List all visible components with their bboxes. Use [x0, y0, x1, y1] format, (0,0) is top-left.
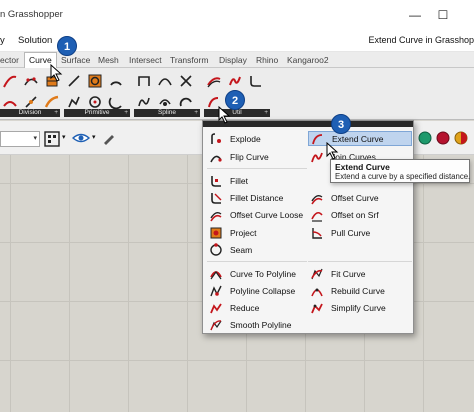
- tab-display[interactable]: Display: [219, 55, 247, 65]
- chevron-down-icon[interactable]: ▾: [92, 133, 96, 141]
- project-icon: [207, 225, 224, 240]
- shaded-sphere-icon[interactable]: [436, 131, 450, 147]
- menu-item-offset-curve[interactable]: Offset Curve: [308, 190, 412, 205]
- menu-item-offset-on-srf[interactable]: Offset on Srf: [308, 207, 412, 222]
- curve-to-polyline-icon: [207, 266, 224, 281]
- ribbon-group-label: Division: [18, 109, 42, 116]
- pull-curve-icon: [308, 225, 325, 240]
- chevron-down-icon[interactable]: ▾: [62, 133, 66, 141]
- color-sphere-icon[interactable]: [454, 131, 468, 147]
- menu-separator: [207, 261, 307, 262]
- menu-item-flip-curve[interactable]: Flip Curve: [207, 149, 307, 164]
- title-bar: n Grasshopper — ☐: [0, 0, 474, 30]
- reduce-icon: [207, 300, 224, 315]
- offset-icon[interactable]: [204, 71, 223, 90]
- menu-item-display[interactable]: y: [0, 35, 5, 46]
- tooltip-title: Extend Curve: [335, 162, 390, 172]
- menu-item-seam[interactable]: Seam: [207, 242, 307, 257]
- pen-icon[interactable]: [102, 131, 116, 147]
- breadcrumb: Extend Curve in Grasshop: [368, 35, 474, 45]
- rebuild-curve-icon: [308, 283, 325, 298]
- menu-item-fillet-distance[interactable]: Fillet Distance: [207, 190, 307, 205]
- smooth-polyline-icon: [207, 317, 224, 332]
- ribbon-group-label: Util: [232, 109, 242, 116]
- step-badge: 3: [331, 114, 351, 134]
- menu-item-reduce[interactable]: Reduce: [207, 300, 307, 315]
- menu-item-fit-curve[interactable]: Fit Curve: [308, 266, 412, 281]
- window-title: n Grasshopper: [0, 9, 63, 20]
- fit-curve-icon: [308, 266, 325, 281]
- util-dropdown-menu: Explode Flip Curve Fillet Fillet Distanc…: [202, 120, 414, 334]
- interpolate-icon[interactable]: [155, 71, 174, 90]
- menu-separator: [308, 261, 412, 262]
- menu-item-smooth-polyline[interactable]: Smooth Polyline: [207, 317, 307, 332]
- tab-surface[interactable]: Surface: [61, 55, 90, 65]
- minimize-button[interactable]: —: [404, 6, 426, 24]
- fillet-icon[interactable]: [246, 71, 265, 90]
- tab-intersect[interactable]: Intersect: [129, 55, 162, 65]
- menu-item-pull-curve[interactable]: Pull Curve: [308, 225, 412, 240]
- tab-vector[interactable]: ector: [0, 55, 19, 65]
- offset-curve-icon: [308, 190, 325, 205]
- seam-icon: [207, 242, 224, 257]
- polyline-collapse-icon: [207, 283, 224, 298]
- menu-item-project[interactable]: Project: [207, 225, 307, 240]
- ribbon-group-spline: Spline +: [134, 71, 202, 117]
- cursor-icon: [50, 64, 63, 82]
- eye-icon[interactable]: [71, 131, 91, 147]
- nurbs-icon[interactable]: [176, 71, 195, 90]
- join-icon[interactable]: [225, 71, 244, 90]
- join-curves-icon: [308, 149, 325, 164]
- tab-transform[interactable]: Transform: [170, 55, 208, 65]
- cursor-icon: [326, 142, 339, 160]
- chevron-down-icon: ▾: [33, 135, 37, 142]
- curve-icon[interactable]: [0, 71, 19, 90]
- tab-mesh[interactable]: Mesh: [98, 55, 119, 65]
- tab-kangaroo2[interactable]: Kangaroo2: [287, 55, 329, 65]
- maximize-button[interactable]: ☐: [432, 6, 454, 24]
- step-badge: 1: [57, 36, 77, 56]
- menu-item-curve-to-polyline[interactable]: Curve To Polyline: [207, 266, 307, 281]
- menu-item-polyline-collapse[interactable]: Polyline Collapse: [207, 283, 307, 298]
- offset-on-srf-icon: [308, 207, 325, 222]
- simplify-curve-icon: [308, 300, 325, 315]
- menu-item-explode[interactable]: Explode: [207, 131, 307, 146]
- ribbon-group-primitive: Primitive +: [64, 71, 132, 117]
- preview-sphere-icon[interactable]: [418, 131, 432, 147]
- explode-icon: [207, 131, 224, 146]
- dropdown-header: [203, 121, 413, 127]
- divide-icon[interactable]: [21, 71, 40, 90]
- bezier-icon[interactable]: [134, 71, 153, 90]
- offset-curve-loose-icon: [207, 207, 224, 222]
- circle-icon[interactable]: [85, 71, 104, 90]
- fillet-distance-icon: [207, 190, 224, 205]
- menu-item-simplify-curve[interactable]: Simplify Curve: [308, 300, 412, 315]
- menu-item-offset-curve-loose[interactable]: Offset Curve Loose: [207, 207, 307, 222]
- fillet-icon: [207, 173, 224, 188]
- menu-item-fillet[interactable]: Fillet: [207, 173, 307, 188]
- menu-item-solution[interactable]: Solution: [18, 35, 52, 46]
- arc-icon[interactable]: [106, 71, 125, 90]
- tooltip-description: Extend a curve by a specified distance.: [335, 172, 471, 181]
- menu-item-rebuild-curve[interactable]: Rebuild Curve: [308, 283, 412, 298]
- ribbon-group-label: Spline: [157, 109, 177, 116]
- menu-separator: [207, 168, 307, 169]
- flip-curve-icon: [207, 149, 224, 164]
- qr-icon[interactable]: [44, 131, 60, 149]
- file-selector[interactable]: ▾: [0, 131, 40, 147]
- line-icon[interactable]: [64, 71, 83, 90]
- tab-rhino[interactable]: Rhino: [256, 55, 278, 65]
- ribbon-group-label: Primitive: [84, 109, 110, 116]
- extend-curve-icon: [309, 131, 326, 146]
- cursor-icon: [218, 106, 231, 124]
- tooltip: Extend Curve Extend a curve by a specifi…: [330, 159, 470, 183]
- menu-item-extend-curve[interactable]: Extend Curve: [308, 131, 412, 146]
